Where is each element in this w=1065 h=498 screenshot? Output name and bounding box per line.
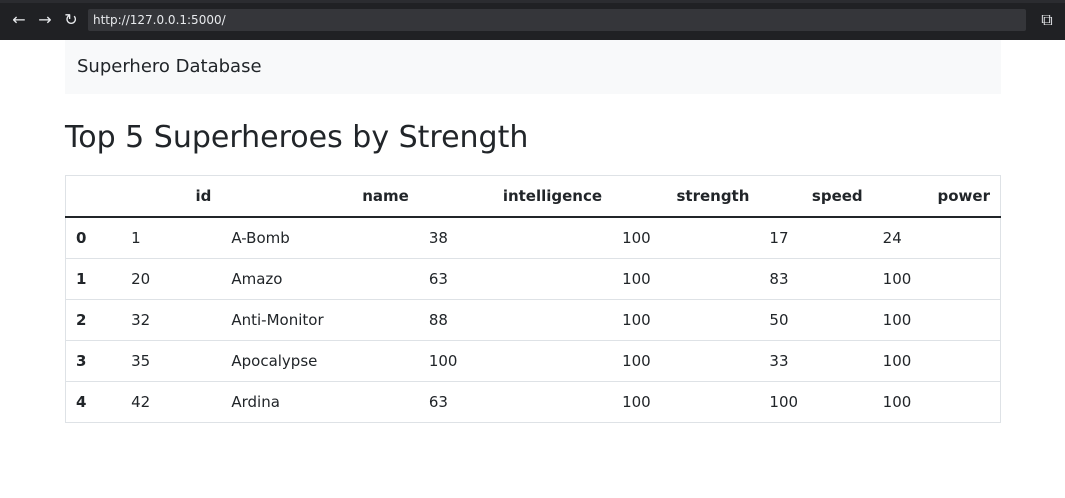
cell-strength: 100 — [612, 258, 760, 300]
table-row: 3 35 Apocalypse 100 100 33 100 — [65, 340, 1001, 382]
browser-toolbar: ← → ↻ http://127.0.0.1:5000/ ⧉ — [0, 0, 1065, 40]
table-row: 2 32 Anti-Monitor 88 100 50 100 — [65, 299, 1001, 341]
url-text[interactable]: http://127.0.0.1:5000/ — [88, 13, 226, 27]
row-index: 3 — [65, 340, 122, 382]
row-index: 2 — [65, 299, 122, 341]
cell-intelligence: 63 — [418, 258, 613, 300]
cell-speed: 17 — [759, 216, 873, 259]
cell-id: 32 — [121, 299, 222, 341]
open-external-icon[interactable]: ⧉ — [1034, 0, 1060, 40]
column-header-intelligence: intelligence — [418, 175, 613, 218]
column-header-strength: strength — [612, 175, 760, 218]
navbar: Superhero Database — [65, 40, 1001, 94]
browser-top-border — [0, 0, 1065, 3]
table-row: 1 20 Amazo 63 100 83 100 — [65, 258, 1001, 300]
cell-speed: 33 — [759, 340, 873, 382]
cell-name: Anti-Monitor — [221, 299, 419, 341]
superhero-table: id name intelligence strength speed powe… — [65, 175, 1001, 423]
arrow-right-icon[interactable]: → — [32, 0, 58, 40]
cell-power: 100 — [872, 258, 1001, 300]
cell-speed: 83 — [759, 258, 873, 300]
arrow-left-icon[interactable]: ← — [6, 0, 32, 40]
cell-name: Amazo — [221, 258, 419, 300]
row-index: 0 — [65, 216, 122, 259]
column-header-name: name — [221, 175, 419, 218]
cell-power: 100 — [872, 340, 1001, 382]
cell-strength: 100 — [612, 381, 760, 423]
row-index: 4 — [65, 381, 122, 423]
table-header-row: id name intelligence strength speed powe… — [65, 175, 1001, 218]
page-title: Top 5 Superheroes by Strength — [65, 120, 529, 155]
table-row: 4 42 Ardina 63 100 100 100 — [65, 381, 1001, 423]
cell-intelligence: 88 — [418, 299, 613, 341]
cell-power: 100 — [872, 299, 1001, 341]
cell-name: Ardina — [221, 381, 419, 423]
cell-intelligence: 63 — [418, 381, 613, 423]
column-header-speed: speed — [759, 175, 873, 218]
cell-name: Apocalypse — [221, 340, 419, 382]
cell-id: 35 — [121, 340, 222, 382]
column-header-id: id — [121, 175, 222, 218]
cell-speed: 100 — [759, 381, 873, 423]
cell-id: 1 — [121, 216, 222, 259]
cell-intelligence: 38 — [418, 216, 613, 259]
cell-power: 100 — [872, 381, 1001, 423]
reload-icon[interactable]: ↻ — [58, 0, 84, 40]
cell-intelligence: 100 — [418, 340, 613, 382]
cell-strength: 100 — [612, 340, 760, 382]
table-row: 0 1 A-Bomb 38 100 17 24 — [65, 216, 1001, 259]
column-header-index — [65, 175, 122, 218]
cell-power: 24 — [872, 216, 1001, 259]
cell-strength: 100 — [612, 299, 760, 341]
cell-strength: 100 — [612, 216, 760, 259]
cell-speed: 50 — [759, 299, 873, 341]
column-header-power: power — [872, 175, 1001, 218]
cell-name: A-Bomb — [221, 216, 419, 259]
address-bar[interactable]: http://127.0.0.1:5000/ — [88, 9, 1026, 31]
cell-id: 20 — [121, 258, 222, 300]
row-index: 1 — [65, 258, 122, 300]
cell-id: 42 — [121, 381, 222, 423]
navbar-brand[interactable]: Superhero Database — [77, 56, 262, 77]
